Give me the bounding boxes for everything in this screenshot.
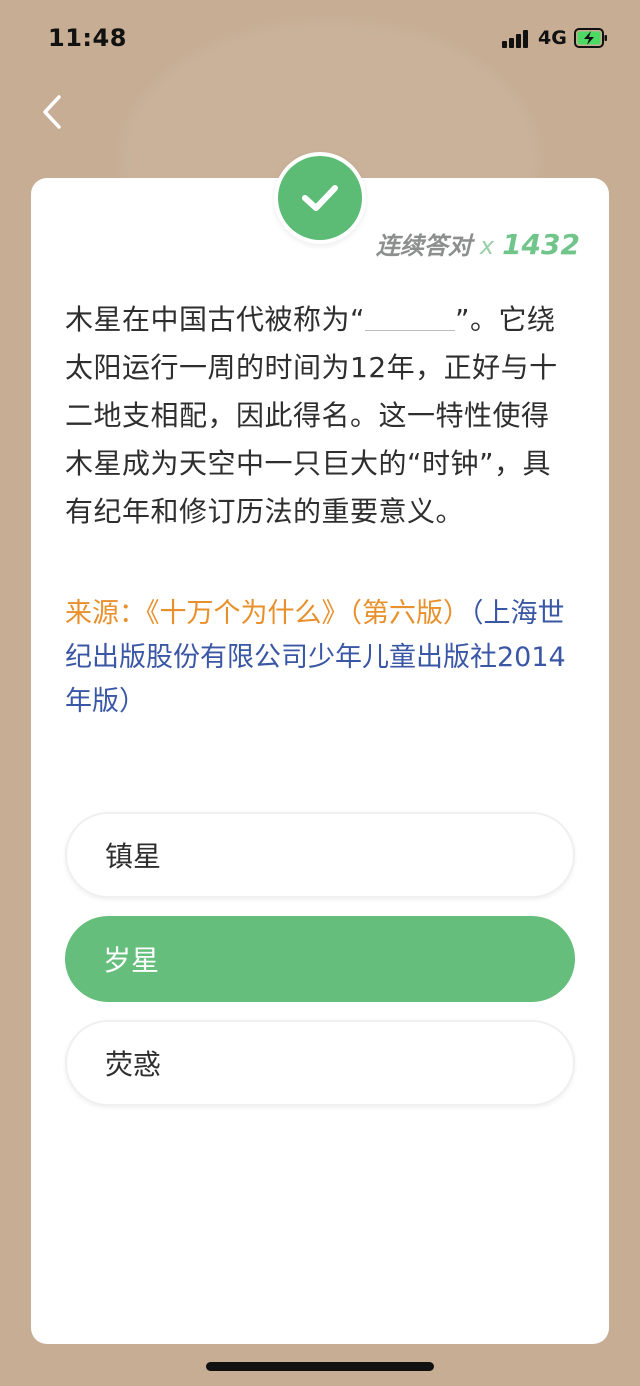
streak-counter: 连续答对 x 1432 [376, 226, 580, 261]
option-1-label: 镇星 [105, 840, 162, 873]
chevron-left-icon [43, 95, 61, 129]
status-bar: 11:48 4G [0, 0, 640, 80]
streak-label: 连续答对 [375, 232, 472, 260]
check-icon [302, 185, 338, 211]
correct-badge [274, 152, 366, 244]
network-type: 4G [538, 27, 567, 49]
streak-count: 1432 [502, 228, 580, 261]
option-1[interactable]: 镇星 [65, 812, 575, 898]
status-time: 11:48 [48, 24, 127, 52]
battery-charging-icon [574, 28, 607, 48]
question-text: 木星在中国古代被称为“ ”。它绕太阳运行一周的时间为12年，正好与十二地支相配，因… [65, 296, 577, 536]
source-citation: 来源：《十万个为什么》（第六版）（上海世纪出版股份有限公司少年儿童出版社2014… [65, 592, 577, 724]
question-after-blank: ”。它绕太阳运行一周的时间为12年，正好与十二地支相配，因此得名。这一特性使得木… [65, 303, 558, 528]
answer-blank [365, 300, 456, 331]
question-before-blank: 木星在中国古代被称为“ [65, 303, 366, 336]
source-label: 来源：《十万个为什么》（第六版） [65, 598, 470, 629]
back-button[interactable] [28, 88, 76, 136]
home-indicator[interactable] [206, 1362, 434, 1371]
option-2-label: 岁星 [103, 944, 160, 977]
streak-multiplier: x [479, 232, 495, 260]
option-3-label: 荧惑 [105, 1048, 162, 1081]
option-2-correct[interactable]: 岁星 [65, 916, 575, 1002]
option-3[interactable]: 荧惑 [65, 1020, 575, 1106]
signal-icon [502, 30, 532, 48]
check-circle [278, 156, 362, 240]
